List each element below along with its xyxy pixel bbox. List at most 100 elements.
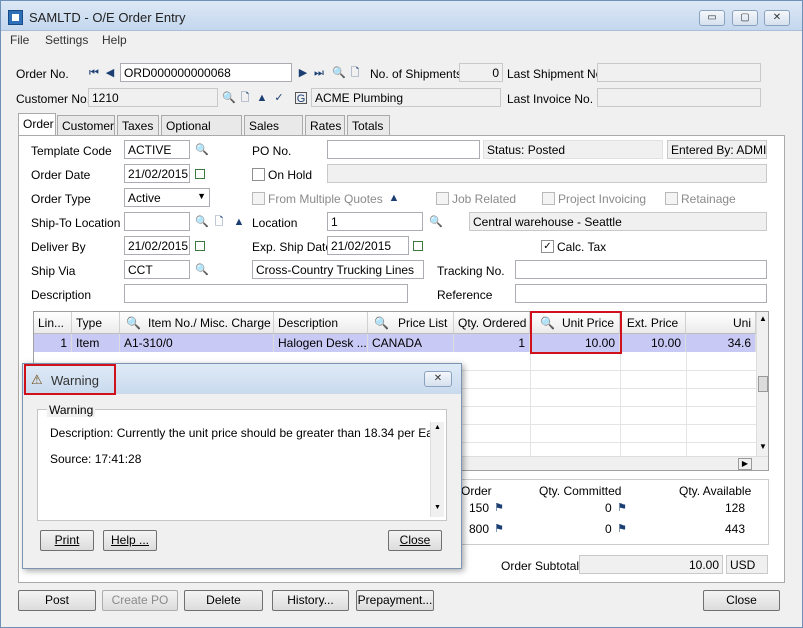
grid-header-description[interactable]: Description [274,312,368,334]
search-icon[interactable]: 🔍 [126,316,141,330]
cell-ext-price[interactable]: 10.00 [620,334,686,352]
table-row[interactable]: 1 Item A1-310/0 Halogen Desk ... CANADA … [34,334,756,352]
cell-item[interactable]: A1-310/0 [120,334,274,352]
search-icon[interactable]: 🔍 [195,264,209,276]
order-type-select[interactable]: Active ▼ [124,188,210,207]
create-po-button[interactable]: Create PO [102,590,178,611]
previous-record-icon[interactable]: ◀ [104,67,116,79]
job-related-checkbox[interactable] [436,192,449,205]
search-icon[interactable]: 🔍 [195,216,209,228]
description-input[interactable] [124,284,408,303]
delete-button[interactable]: Delete [184,590,263,611]
last-record-icon[interactable]: ⏭ [313,67,325,79]
on-hold-checkbox[interactable] [252,168,265,181]
calendar-icon[interactable] [195,241,205,251]
cell-line[interactable]: 1 [34,334,72,352]
search-icon[interactable]: 🔍 [195,144,209,156]
grid-header-item[interactable]: 🔍 Item No./ Misc. Charge [120,312,274,334]
project-invoicing-checkbox[interactable] [542,192,555,205]
scroll-right-icon[interactable]: ▶ [738,458,752,470]
calendar-icon[interactable] [195,169,205,179]
print-button[interactable]: Print [40,530,94,551]
first-record-icon[interactable]: ⏮ [88,67,100,79]
next-record-icon[interactable]: ▶ [297,67,309,79]
new-document-icon[interactable]: 🗋 [349,67,361,79]
g-icon[interactable]: G [295,92,307,105]
grid-header-type[interactable]: Type [72,312,120,334]
close-button[interactable]: Close [703,590,780,611]
cell-unit-cost[interactable]: 34.6 [686,334,756,352]
order-date-input[interactable]: 21/02/2015 [124,164,190,183]
grid-header-unit-cost[interactable]: Uni [686,312,756,334]
ship-via-description[interactable]: Cross-Country Trucking Lines [252,260,424,279]
menu-settings[interactable]: Settings [45,33,88,47]
scroll-up-icon[interactable]: ▲ [759,314,767,323]
location-input[interactable]: 1 [327,212,423,231]
po-no-input[interactable] [327,140,480,159]
message-scrollbar[interactable]: ▲ ▼ [430,422,444,517]
calendar-icon[interactable] [413,241,423,251]
dialog-close-button[interactable]: Close [388,530,442,551]
scroll-thumb[interactable] [758,376,768,392]
customer-no-field[interactable]: 1210 [88,88,218,107]
app-icon [8,10,23,25]
prepayment-button[interactable]: Prepayment... [356,590,434,611]
maximize-button[interactable]: ▢ [732,10,758,26]
from-multiple-quotes-checkbox[interactable] [252,192,265,205]
cell-type[interactable]: Item [72,334,120,352]
tab-optional-fields[interactable]: Optional Fields [161,115,242,147]
search-icon[interactable]: 🔍 [222,92,236,104]
retainage-checkbox[interactable] [665,192,678,205]
up-arrow-icon[interactable]: ▲ [256,92,268,104]
menu-help[interactable]: Help [102,33,127,47]
deliver-by-input[interactable]: 21/02/2015 [124,236,190,255]
up-arrow-icon[interactable]: ▲ [233,216,245,228]
minimize-button[interactable]: ▭ [699,10,725,26]
ship-to-input[interactable] [124,212,190,231]
drilldown-icon[interactable]: ⚑ [616,502,628,514]
scroll-up-icon[interactable]: ▲ [434,424,441,431]
scroll-down-icon[interactable]: ▼ [759,442,767,451]
menu-file[interactable]: File [10,33,29,47]
search-icon[interactable]: 🔍 [332,67,346,79]
document-icon[interactable]: 🗋 [213,216,225,228]
calc-tax-checkbox[interactable]: ✓ [541,240,554,253]
tracking-no-input[interactable] [515,260,767,279]
search-icon[interactable]: 🔍 [374,316,389,330]
tab-order[interactable]: Order [18,113,56,137]
scroll-down-icon[interactable]: ▼ [434,504,441,511]
tab-sales-split[interactable]: Sales Split [244,115,303,147]
tab-rates[interactable]: Rates [305,115,345,136]
check-edit-icon[interactable]: ✓ [273,92,285,104]
post-button[interactable]: Post [18,590,96,611]
document-icon[interactable]: 🗋 [239,92,251,104]
up-arrow-icon[interactable]: ▲ [388,192,400,204]
reference-input[interactable] [515,284,767,303]
order-no-input[interactable]: ORD000000000068 [120,63,292,82]
grid-header-ext-price[interactable]: Ext. Price [620,312,686,334]
drilldown-icon[interactable]: ⚑ [616,523,628,535]
cell-qty-ordered[interactable]: 1 [454,334,530,352]
drilldown-icon[interactable]: ⚑ [493,502,505,514]
template-code-input[interactable]: ACTIVE [124,140,190,159]
exp-ship-date-input[interactable]: 21/02/2015 [327,236,409,255]
cell-description[interactable]: Halogen Desk ... [274,334,368,352]
cell-price-list[interactable]: CANADA [368,334,454,352]
grid-header-line[interactable]: Lin... [34,312,72,334]
ship-via-input[interactable]: CCT [124,260,190,279]
close-window-button[interactable]: ✕ [764,10,790,26]
grid-header-price-list[interactable]: 🔍 Price List [368,312,454,334]
dialog-close-icon[interactable]: ✕ [424,371,452,387]
tab-customer[interactable]: Customer [57,115,115,136]
grid-line [686,352,687,456]
drilldown-icon[interactable]: ⚑ [493,523,505,535]
warning-text-area[interactable]: Description: Currently the unit price sh… [42,422,440,517]
history-button[interactable]: History... [272,590,349,611]
tab-taxes[interactable]: Taxes [117,115,159,136]
ship-via-label: Ship Via [31,264,76,278]
search-icon[interactable]: 🔍 [429,216,443,228]
grid-header-qty-ordered[interactable]: Qty. Ordered [454,312,530,334]
tab-totals[interactable]: Totals [347,115,390,136]
grid-vertical-scrollbar[interactable]: ▲ ▼ [756,312,768,456]
help-button[interactable]: Help ... [103,530,157,551]
